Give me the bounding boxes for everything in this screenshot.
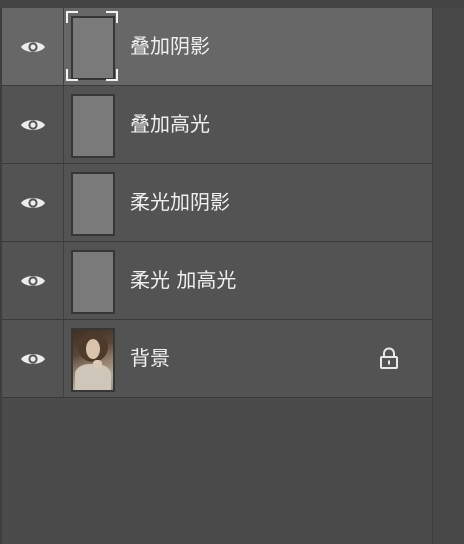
scrollbar-track[interactable] xyxy=(432,8,464,544)
eye-icon xyxy=(20,41,45,52)
layer-thumbnail[interactable] xyxy=(71,16,115,80)
visibility-toggle[interactable] xyxy=(2,86,64,163)
layer-thumbnail[interactable] xyxy=(71,172,115,236)
layer-list: 叠加阴影 叠加高光 柔光加阴影 柔光 加高光 背景 xyxy=(2,8,432,398)
eye-icon xyxy=(20,197,45,208)
layer-row-overlay-shadow[interactable]: 叠加阴影 xyxy=(2,8,432,86)
layer-row-softlight-shadow[interactable]: 柔光加阴影 xyxy=(2,164,432,242)
visibility-toggle[interactable] xyxy=(2,8,64,85)
visibility-toggle[interactable] xyxy=(2,320,64,397)
layer-thumbnail[interactable] xyxy=(71,250,115,314)
layers-panel: 叠加阴影 叠加高光 柔光加阴影 柔光 加高光 背景 xyxy=(0,0,464,544)
layer-row-background[interactable]: 背景 xyxy=(2,320,432,398)
visibility-toggle[interactable] xyxy=(2,164,64,241)
layer-row-softlight-highlight[interactable]: 柔光 加高光 xyxy=(2,242,432,320)
layer-thumbnail-photo[interactable] xyxy=(71,328,115,392)
eye-icon xyxy=(20,119,45,130)
visibility-toggle[interactable] xyxy=(2,242,64,319)
layer-name[interactable]: 柔光加阴影 xyxy=(130,190,230,214)
layer-row-overlay-highlight[interactable]: 叠加高光 xyxy=(2,86,432,164)
layer-name[interactable]: 背景 xyxy=(130,346,170,370)
lock-icon[interactable] xyxy=(378,346,400,370)
panel-top-strip xyxy=(0,0,464,8)
layer-name[interactable]: 叠加高光 xyxy=(130,112,210,136)
layer-name[interactable]: 叠加阴影 xyxy=(130,34,210,58)
layer-name[interactable]: 柔光 加高光 xyxy=(130,268,236,292)
layer-thumbnail[interactable] xyxy=(71,94,115,158)
eye-icon xyxy=(20,275,45,286)
eye-icon xyxy=(20,353,45,364)
